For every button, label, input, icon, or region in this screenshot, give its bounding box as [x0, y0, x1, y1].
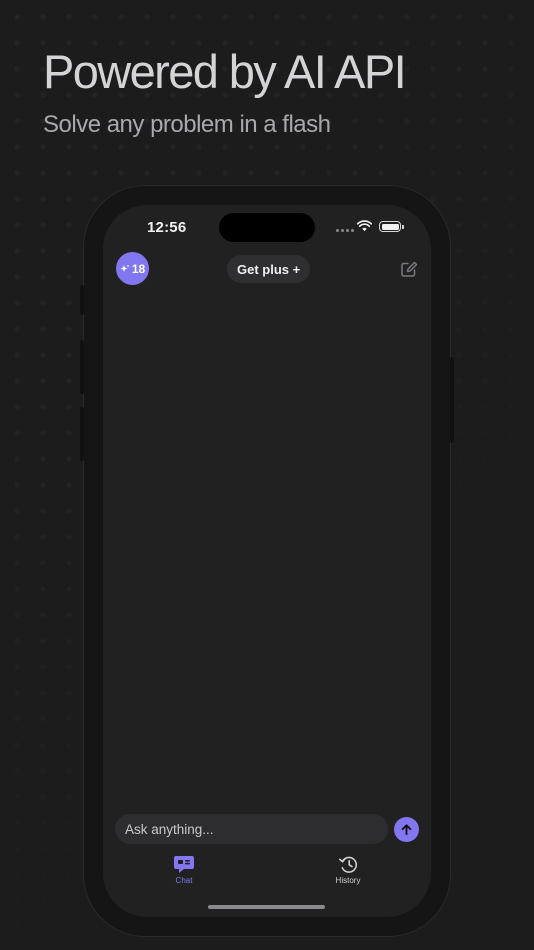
phone-action-button	[80, 285, 84, 315]
sparkle-icon	[120, 264, 130, 272]
tab-chat[interactable]: Chat	[154, 855, 214, 885]
promo-headline: Powered by AI API	[43, 45, 407, 98]
battery-icon	[379, 221, 404, 232]
cellular-signal-icon	[336, 229, 354, 232]
phone-volume-up-button	[80, 340, 84, 394]
get-plus-button[interactable]: Get plus +	[227, 255, 311, 283]
home-indicator[interactable]	[208, 905, 325, 909]
history-clock-icon	[338, 856, 357, 873]
phone-volume-down-button	[80, 407, 84, 461]
status-time: 12:56	[147, 219, 187, 236]
promo-subheadline: Solve any problem in a flash	[43, 111, 331, 138]
phone-power-button	[450, 357, 454, 443]
tab-history-label: History	[335, 876, 361, 885]
wifi-icon	[357, 220, 372, 232]
ask-input[interactable]	[115, 814, 388, 844]
tab-chat-label: Chat	[175, 876, 193, 885]
dynamic-island	[219, 213, 315, 242]
new-chat-icon[interactable]	[399, 259, 419, 279]
credits-button[interactable]: 18	[116, 252, 149, 285]
credits-count: 18	[131, 261, 146, 276]
arrow-up-icon	[401, 824, 412, 836]
chat-bubble-icon	[174, 856, 194, 873]
send-button[interactable]	[394, 817, 419, 842]
tab-history[interactable]: History	[318, 855, 378, 885]
phone-screen: 12:56 18 Get plus + Ask anything... Chat…	[103, 205, 431, 917]
